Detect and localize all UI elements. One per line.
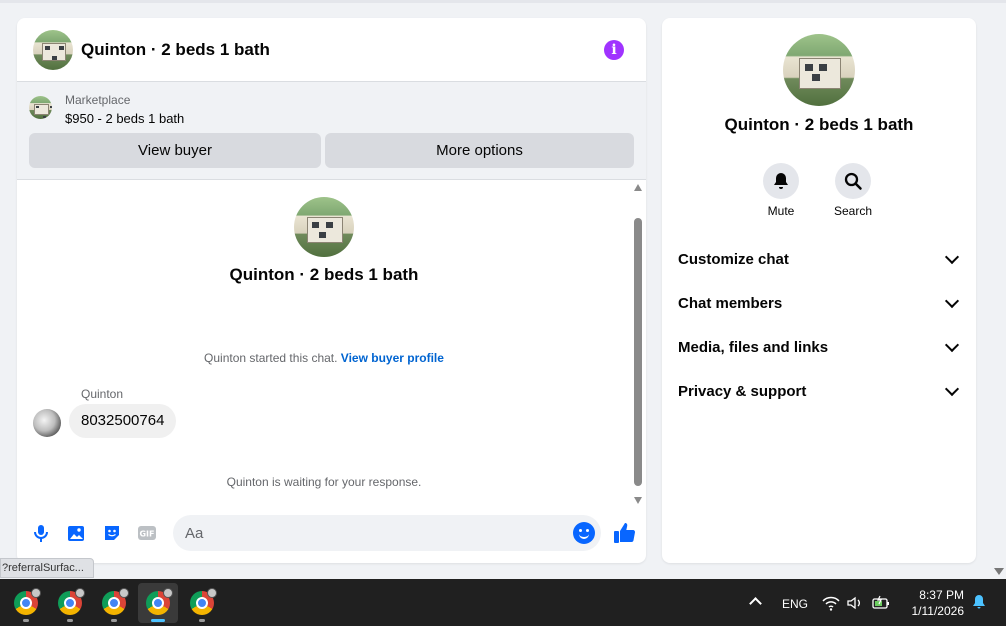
chrome-icon — [190, 588, 217, 615]
emoji-icon[interactable] — [573, 522, 595, 544]
section-label: Privacy & support — [678, 382, 807, 400]
wifi-icon[interactable] — [822, 594, 840, 612]
show-hidden-icons-chevron-icon[interactable] — [749, 597, 762, 610]
clock-date: 1/11/2026 — [911, 604, 965, 618]
notification-bell-icon[interactable] — [971, 594, 987, 610]
message-input[interactable] — [173, 515, 601, 551]
gif-icon[interactable]: GIF — [137, 523, 157, 543]
chevron-down-icon — [944, 337, 960, 352]
microphone-icon[interactable] — [31, 523, 51, 543]
view-buyer-profile-link[interactable]: View buyer profile — [341, 351, 444, 365]
info-avatar[interactable] — [783, 34, 855, 106]
chat-info-panel: Quinton · 2 beds 1 bath Mute Search Cust… — [662, 18, 976, 563]
taskbar-chrome-5[interactable] — [182, 583, 222, 623]
battery-icon[interactable] — [872, 594, 890, 612]
link-url-tooltip: ?referralSurfac... — [0, 558, 94, 578]
chevron-down-icon — [944, 293, 960, 308]
chat-title[interactable]: Quinton · 2 beds 1 bath — [81, 40, 270, 60]
section-media-files-links[interactable]: Media, files and links — [678, 335, 962, 359]
section-label: Media, files and links — [678, 338, 829, 356]
marketplace-label: Marketplace — [65, 93, 131, 107]
bell-icon[interactable] — [763, 163, 799, 199]
system-clock[interactable]: 8:37 PM 1/11/2026 — [900, 587, 965, 619]
volume-icon[interactable] — [846, 594, 864, 612]
section-label: Customize chat — [678, 250, 789, 268]
listing-thumbnail[interactable] — [29, 96, 52, 119]
conversation-scrollbar[interactable] — [634, 182, 642, 504]
mute-button[interactable]: Mute — [751, 163, 811, 218]
section-privacy-support[interactable]: Privacy & support — [678, 379, 962, 403]
message-bubble[interactable]: 8032500764 — [69, 404, 177, 438]
listing-summary[interactable]: $950 - 2 beds 1 bath — [65, 111, 184, 126]
page-scroll-down-arrow[interactable] — [994, 568, 1004, 575]
conversation-avatar[interactable] — [294, 197, 354, 257]
search-label: Search — [833, 204, 873, 218]
message-composer: GIF — [17, 515, 646, 551]
section-chat-members[interactable]: Chat members — [678, 291, 962, 315]
chrome-icon — [14, 588, 41, 615]
chat-panel: Quinton · 2 beds 1 bath i Marketplace $9… — [17, 18, 646, 563]
mute-label: Mute — [767, 204, 795, 218]
top-divider — [0, 0, 1006, 3]
search-icon[interactable] — [835, 163, 871, 199]
chat-header: Quinton · 2 beds 1 bath i — [17, 18, 646, 82]
more-options-button[interactable]: More options — [325, 133, 634, 168]
conversation-area: Quinton · 2 beds 1 bath Quinton started … — [17, 180, 646, 510]
chevron-down-icon — [944, 381, 960, 396]
waiting-notice: Quinton is waiting for your response. — [226, 475, 422, 489]
taskbar-chrome-3[interactable] — [94, 583, 134, 623]
scroll-up-arrow[interactable] — [634, 184, 642, 191]
chrome-icon — [146, 588, 173, 615]
chrome-icon — [58, 588, 85, 615]
taskbar: ENG 8:37 PM 1/11/2026 — [0, 579, 1006, 626]
chat-started-text: Quinton started this chat. — [204, 351, 338, 365]
chat-avatar[interactable] — [33, 29, 73, 70]
clock-time: 8:37 PM — [919, 588, 964, 602]
sender-avatar[interactable] — [33, 409, 61, 437]
section-customize-chat[interactable]: Customize chat — [678, 247, 962, 271]
gif-label: GIF — [139, 530, 154, 539]
photo-icon[interactable] — [66, 523, 86, 543]
sticker-icon[interactable] — [102, 523, 122, 543]
scroll-thumb[interactable] — [634, 218, 642, 486]
section-label: Chat members — [678, 294, 783, 312]
marketplace-banner: Marketplace $950 - 2 beds 1 bath View bu… — [17, 82, 646, 180]
view-buyer-button[interactable]: View buyer — [29, 133, 321, 168]
thumbs-up-icon[interactable] — [613, 521, 637, 545]
taskbar-chrome-2[interactable] — [50, 583, 90, 623]
chat-started-notice: Quinton started this chat. View buyer pr… — [17, 351, 631, 365]
conversation-title: Quinton · 2 beds 1 bath — [229, 265, 419, 284]
scroll-down-arrow[interactable] — [634, 497, 642, 504]
taskbar-chrome-1[interactable] — [6, 583, 46, 623]
chrome-icon — [102, 588, 129, 615]
language-indicator[interactable]: ENG — [782, 597, 808, 611]
search-button[interactable]: Search — [823, 163, 883, 218]
info-title: Quinton · 2 beds 1 bath — [724, 115, 914, 134]
sender-name: Quinton — [81, 387, 124, 401]
taskbar-chrome-4[interactable] — [138, 583, 178, 623]
info-icon[interactable]: i — [604, 40, 624, 60]
chevron-down-icon — [944, 249, 960, 264]
